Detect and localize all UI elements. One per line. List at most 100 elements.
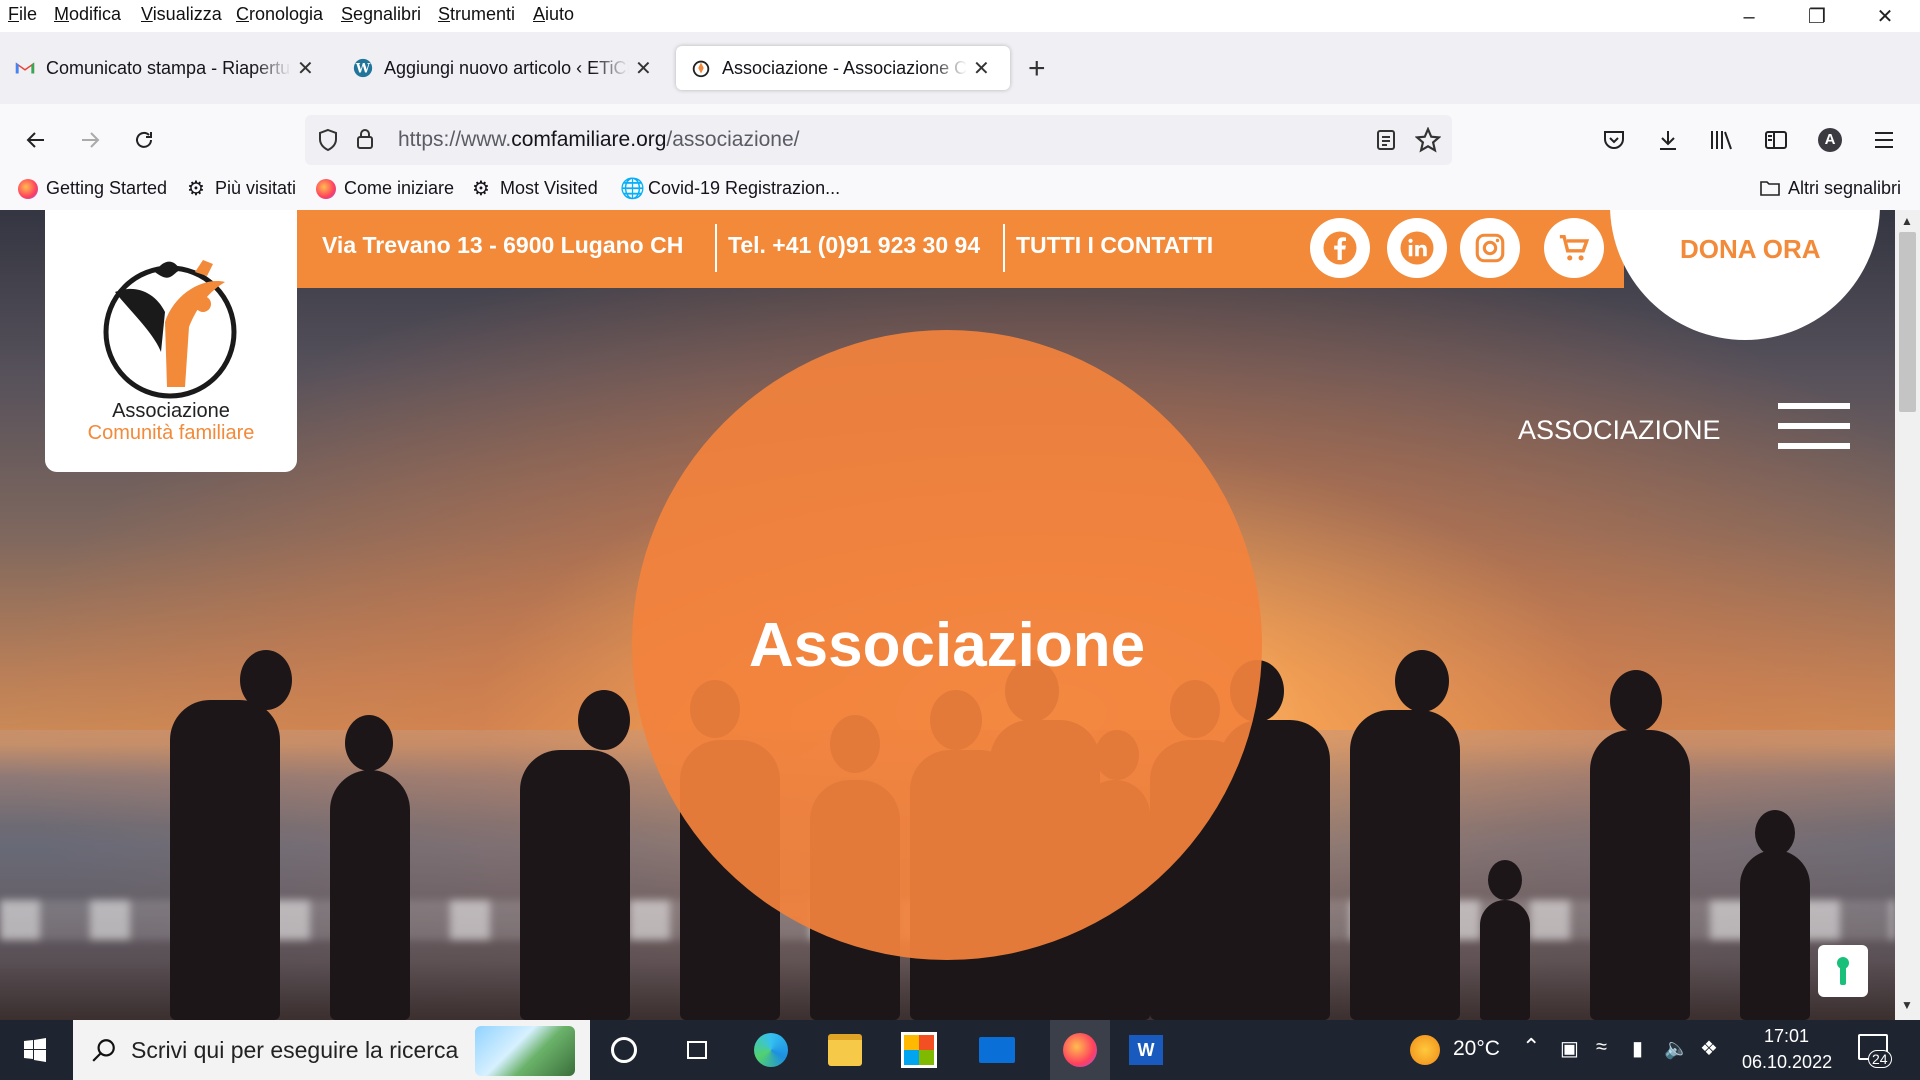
scroll-down-icon[interactable]: ▼ [1901,998,1913,1012]
tab-title: Comunicato stampa - Riapertura [46,57,291,78]
bookmark-come-iniziare[interactable]: Come iniziare [316,178,454,199]
dropbox-icon[interactable]: ❖ [1700,1036,1718,1061]
task-view-icon[interactable] [676,1030,718,1070]
close-tab-icon[interactable]: ✕ [635,56,652,81]
bookmark-covid[interactable]: 🌐 Covid-19 Registrazion... [620,178,840,199]
back-icon[interactable] [18,122,54,158]
sidebar-icon[interactable] [1758,122,1794,158]
menu-file[interactable]: File [8,4,37,25]
notification-count: 24 [1868,1050,1892,1068]
svg-text:W: W [355,62,371,77]
tab-title: Associazione - Associazione Com [722,57,967,78]
download-icon[interactable] [1650,122,1686,158]
linkedin-icon[interactable] [1387,218,1447,278]
bookmark-star-icon[interactable] [1415,127,1441,153]
page-scrollbar[interactable]: ▲ ▼ [1895,210,1920,1020]
meet-now-icon[interactable]: ▣ [1560,1036,1579,1061]
donate-label[interactable]: DONA ORA [1680,234,1821,265]
clock-date[interactable]: 06.10.2022 [1742,1052,1832,1073]
volume-icon[interactable]: 🔈 [1664,1036,1689,1061]
bookmark-most-visited[interactable]: ⚙ Most Visited [472,178,598,199]
hamburger-menu-icon[interactable] [1866,122,1902,158]
url-bar[interactable]: https://www.comfamiliare.org/associazion… [305,115,1452,165]
gear-icon: ⚙ [472,177,490,200]
battery-icon[interactable]: ▮ [1632,1036,1643,1061]
web-page: Via Trevano 13 - 6900 Lugano CH Tel. +41… [0,210,1895,1020]
store-icon[interactable] [898,1030,940,1070]
phone-link[interactable]: Tel. +41 (0)91 923 30 94 [728,232,980,259]
nav-current-page[interactable]: ASSOCIAZIONE [1518,415,1721,446]
tab-wordpress[interactable]: W Aggiungi nuovo articolo ‹ ETiCi ✕ [338,46,668,90]
close-tab-icon[interactable]: ✕ [973,56,990,81]
minimize-icon[interactable]: – [1726,4,1772,30]
tab-gmail[interactable]: Comunicato stampa - Riapertura ✕ [0,46,330,90]
weather-sun-icon[interactable] [1404,1030,1446,1070]
contacts-link[interactable]: TUTTI I CONTATTI [1016,232,1213,259]
firefox-icon [18,178,38,199]
menu-bar: File Modifica Visualizza Cronologia Segn… [0,0,1920,32]
windows-start-icon[interactable] [14,1030,56,1070]
logo-mark-icon [103,260,237,399]
folder-icon [1760,179,1780,199]
scroll-thumb[interactable] [1899,232,1916,412]
reload-icon[interactable] [126,122,162,158]
taskbar-search[interactable]: Scrivi qui per eseguire la ricerca [73,1020,590,1080]
tab-title: Aggiungi nuovo articolo ‹ ETiCi [384,57,629,78]
scroll-up-icon[interactable]: ▲ [1901,214,1913,228]
menu-cronologia[interactable]: Cronologia [236,4,323,25]
search-placeholder: Scrivi qui per eseguire la ricerca [131,1037,459,1063]
menu-visualizza[interactable]: Visualizza [141,4,222,25]
edge-icon[interactable] [750,1030,792,1070]
firefox-taskbar-icon[interactable] [1050,1020,1110,1080]
menu-modifica[interactable]: Modifica [54,4,121,25]
site-favicon [692,60,710,78]
mail-icon[interactable] [976,1030,1018,1070]
search-highlight-image [475,1026,575,1076]
search-icon [92,1039,115,1062]
bookmarks-bar: Getting Started ⚙ Più visitati Come inizi… [0,176,1920,210]
wifi-icon[interactable]: ≈ [1596,1036,1607,1059]
nav-bar: https://www.comfamiliare.org/associazion… [0,104,1920,176]
wordpress-icon: W [353,58,373,78]
site-menu-icon[interactable] [1778,403,1850,451]
logo-text-line2: Comunità familiare [87,422,255,444]
tray-chevron-icon[interactable]: ⌃ [1522,1034,1540,1060]
cart-icon[interactable] [1544,218,1604,278]
pocket-icon[interactable] [1596,122,1632,158]
shield-icon[interactable] [317,128,339,152]
other-bookmarks[interactable]: Altri segnalibri [1760,178,1901,199]
menu-aiuto[interactable]: Aiuto [533,4,574,25]
restore-icon[interactable]: ❐ [1794,4,1840,30]
weather-temp[interactable]: 20°C [1453,1037,1500,1061]
bookmark-getting-started[interactable]: Getting Started [18,178,167,199]
url-text: https://www.comfamiliare.org/associazion… [398,128,800,151]
logo-text-line1: Associazione [112,400,230,422]
contact-bar: Via Trevano 13 - 6900 Lugano CH Tel. +41… [294,210,1624,288]
forward-icon[interactable] [72,122,108,158]
bookmark-piu-visitati[interactable]: ⚙ Più visitati [187,178,296,199]
account-avatar-icon[interactable]: A [1812,122,1848,158]
close-tab-icon[interactable]: ✕ [297,56,314,81]
site-logo[interactable]: Associazione Comunità familiare [45,210,297,472]
globe-icon: 🌐 [620,177,645,200]
clock-time[interactable]: 17:01 [1764,1026,1809,1047]
cortana-icon[interactable] [603,1030,645,1070]
facebook-icon[interactable] [1310,218,1370,278]
lock-icon[interactable] [355,127,375,151]
cookie-lock-icon[interactable] [1818,945,1868,997]
gear-icon: ⚙ [187,177,205,200]
tab-bar: Comunicato stampa - Riapertura ✕ W Aggiu… [0,32,1920,104]
taskbar: Scrivi qui per eseguire la ricerca W 20°… [0,1020,1920,1080]
address-text: Via Trevano 13 - 6900 Lugano CH [322,232,684,258]
hero-title: Associazione [748,611,1146,680]
menu-segnalibri[interactable]: Segnalibri [341,4,421,25]
instagram-icon[interactable] [1460,218,1520,278]
library-icon[interactable] [1704,122,1740,158]
new-tab-icon[interactable]: + [1028,52,1046,86]
menu-strumenti[interactable]: Strumenti [438,4,515,25]
word-icon[interactable]: W [1125,1030,1167,1070]
file-explorer-icon[interactable] [824,1030,866,1070]
tab-associazione[interactable]: Associazione - Associazione Com ✕ [676,46,1010,90]
reader-view-icon[interactable] [1376,129,1396,151]
close-window-icon[interactable]: ✕ [1862,4,1908,30]
